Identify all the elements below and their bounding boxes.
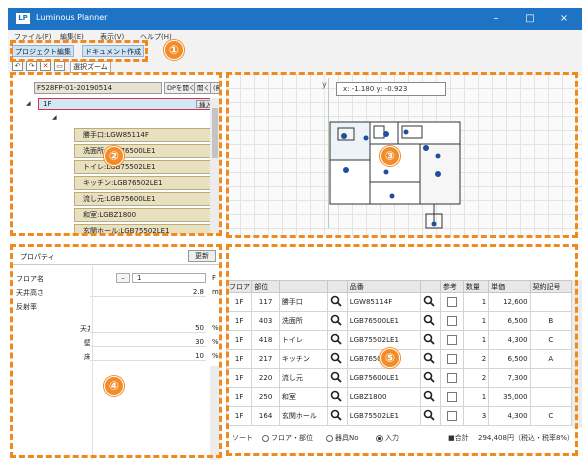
app-logo-icon: LP	[16, 13, 30, 24]
annotation-frame-1	[10, 40, 148, 62]
callout-3: ③	[380, 146, 400, 166]
undo-icon[interactable]: ↶	[12, 61, 23, 71]
redo-icon[interactable]: ↷	[26, 61, 37, 71]
callout-4: ④	[104, 376, 124, 396]
annotation-frame-5	[226, 244, 578, 456]
delete-icon[interactable]: ✕	[40, 61, 51, 71]
annotation-frame-3	[226, 72, 578, 238]
zoom-icon[interactable]: ▭	[54, 61, 65, 71]
callout-2: ②	[104, 146, 124, 166]
minimize-button[interactable]: –	[488, 11, 504, 26]
window-title: Luminous Planner	[36, 13, 108, 22]
title-bar: LP Luminous Planner – □ ×	[8, 8, 582, 30]
callout-1: ①	[164, 40, 184, 60]
annotation-frame-4	[10, 244, 222, 458]
maximize-button[interactable]: □	[522, 11, 538, 26]
close-button[interactable]: ×	[556, 11, 572, 26]
callout-5: ⑤	[380, 348, 400, 368]
